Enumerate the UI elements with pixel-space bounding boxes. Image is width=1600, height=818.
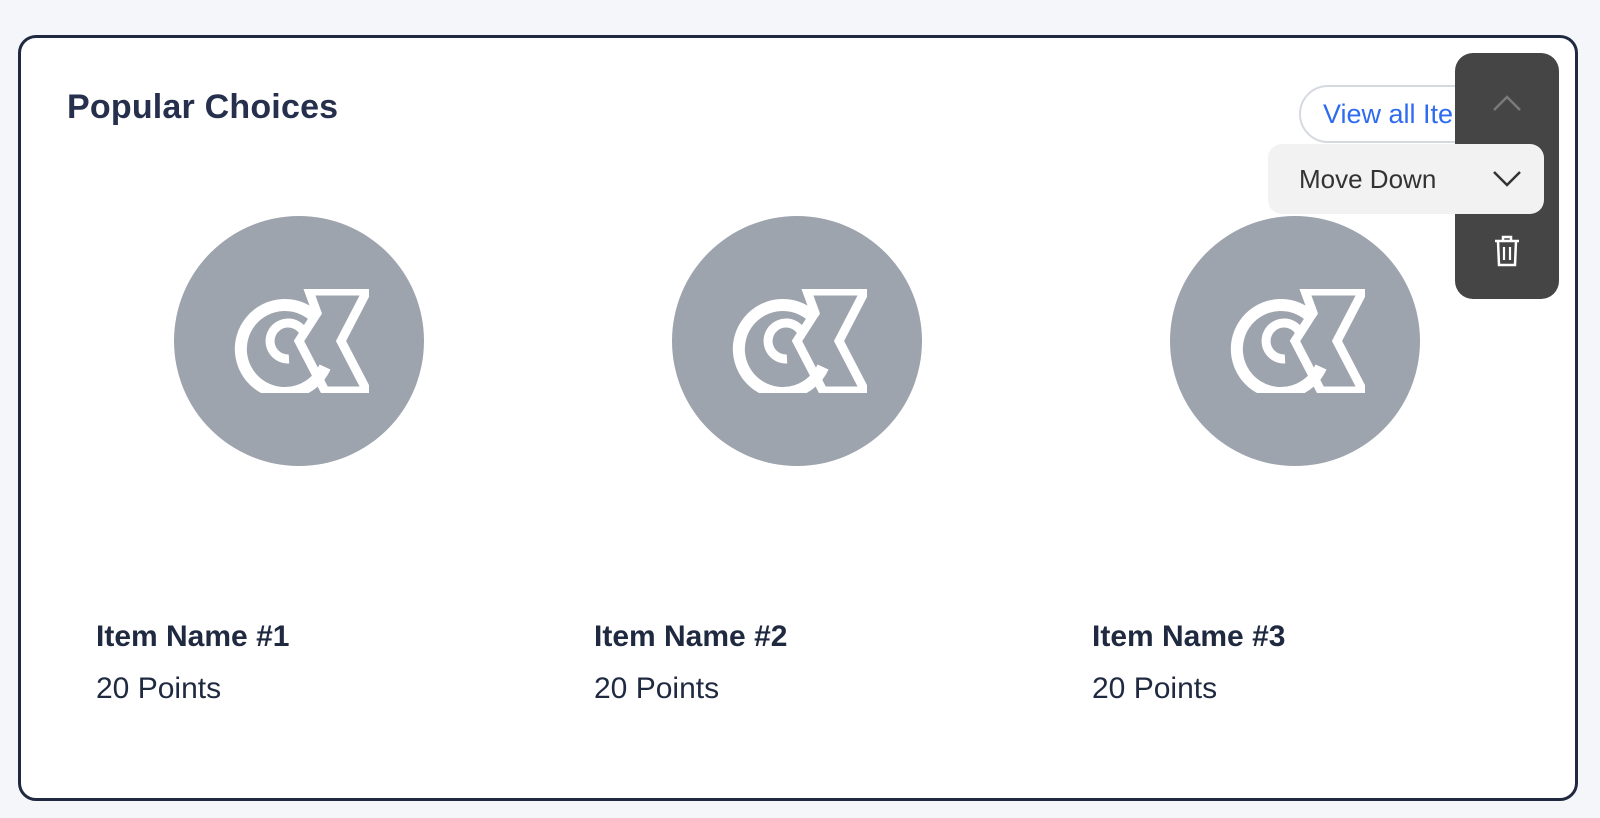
item-image — [672, 216, 922, 466]
item-name: Item Name #2 — [594, 620, 788, 653]
item-points: 20 Points — [594, 672, 720, 705]
chevron-down-icon — [1493, 171, 1521, 187]
item-points: 20 Points — [1092, 672, 1218, 705]
trash-icon — [1495, 235, 1519, 267]
move-up-button[interactable] — [1455, 70, 1559, 136]
move-down-label: Move Down — [1299, 163, 1437, 194]
item-name: Item Name #3 — [1092, 620, 1286, 653]
item-card[interactable]: Item Name #2 20 Points — [594, 216, 1014, 756]
item-name: Item Name #1 — [96, 620, 290, 653]
chevron-up-icon — [1493, 95, 1521, 111]
item-image — [174, 216, 424, 466]
brand-logo-icon — [732, 289, 867, 393]
item-card[interactable]: Item Name #3 20 Points — [1092, 216, 1512, 756]
brand-logo-icon — [1230, 289, 1365, 393]
delete-button[interactable] — [1455, 218, 1559, 284]
item-image — [1170, 216, 1420, 466]
brand-logo-icon — [234, 289, 369, 393]
item-card[interactable]: Item Name #1 20 Points — [96, 216, 516, 756]
item-points: 20 Points — [96, 672, 222, 705]
move-down-button[interactable]: Move Down — [1268, 144, 1544, 214]
